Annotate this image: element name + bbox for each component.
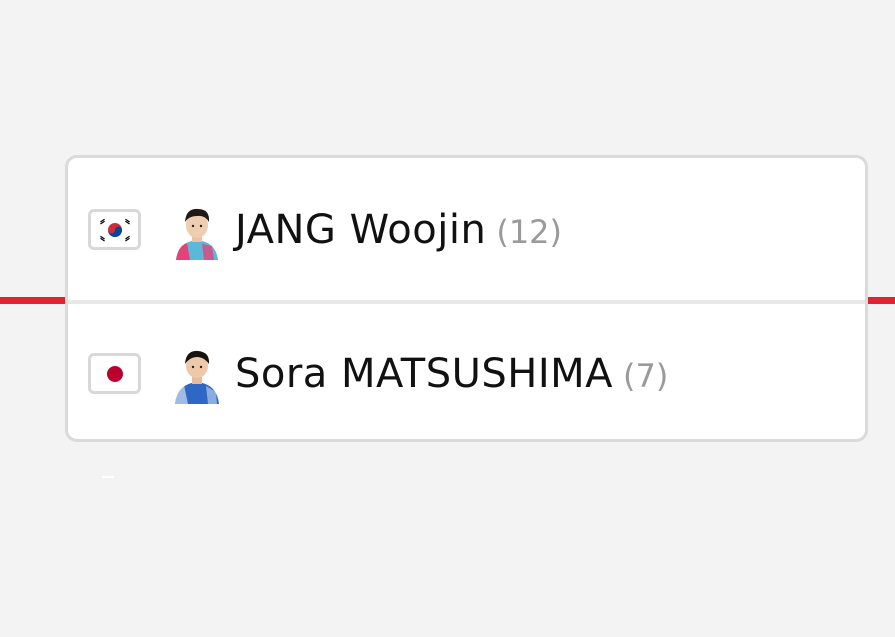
player-avatar-icon bbox=[172, 200, 222, 260]
decorative-mark bbox=[102, 476, 114, 478]
player-name-group: Sora MATSUSHIMA (7) bbox=[235, 351, 668, 397]
south-korea-flag-icon bbox=[88, 209, 141, 250]
player-seed: (7) bbox=[623, 356, 669, 395]
player-row-top[interactable]: JANG Woojin (12) bbox=[68, 158, 865, 301]
player-seed: (12) bbox=[496, 212, 563, 251]
player-name: JANG Woojin bbox=[235, 206, 487, 253]
match-card[interactable]: JANG Woojin (12) Sora MATSUSHIMA (7) bbox=[65, 155, 868, 442]
player-avatar-icon bbox=[172, 344, 222, 404]
bracket-stage: JANG Woojin (12) Sora MATSUSHIMA (7) bbox=[0, 0, 895, 637]
player-name: Sora MATSUSHIMA bbox=[235, 350, 614, 397]
player-name-group: JANG Woojin (12) bbox=[235, 207, 562, 253]
japan-flag-icon bbox=[88, 353, 141, 394]
player-row-bottom[interactable]: Sora MATSUSHIMA (7) bbox=[68, 302, 865, 445]
